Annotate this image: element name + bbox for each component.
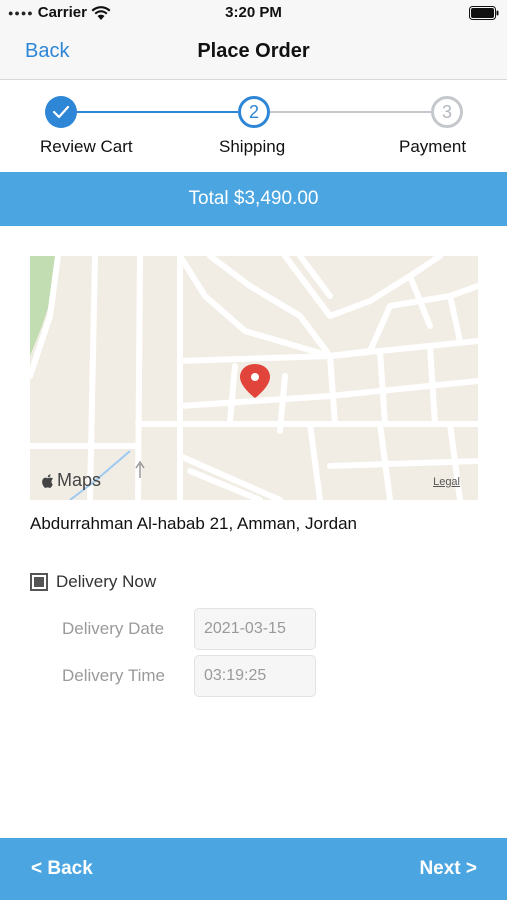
map-canvas — [30, 256, 478, 500]
bottom-navigation-bar: < Back Next > — [0, 838, 507, 900]
next-button[interactable]: Next > — [419, 858, 477, 880]
place-order-screen: ●●●● Carrier 3:20 PM Place Order Back 2 — [0, 0, 507, 900]
step-shipping-number: 2 — [248, 101, 259, 122]
delivery-time-field[interactable]: 03:19:25 — [194, 655, 316, 697]
back-button[interactable]: < Back — [31, 858, 93, 880]
step-label-review-cart: Review Cart — [40, 137, 133, 156]
step-label-shipping: Shipping — [219, 137, 286, 156]
step-payment-indicator: 3 — [431, 96, 463, 128]
delivery-date-field[interactable]: 2021-03-15 — [194, 608, 316, 650]
delivery-now-checkbox[interactable] — [30, 573, 48, 591]
delivery-time-label: Delivery Time — [62, 666, 165, 685]
checkbox-checked-icon — [34, 577, 44, 587]
apple-logo-icon — [42, 473, 53, 488]
nav-back-button[interactable]: Back — [25, 40, 69, 63]
status-time: 3:20 PM — [225, 4, 282, 21]
maps-attribution: Maps — [41, 470, 101, 491]
step-connector-2 — [270, 111, 431, 113]
location-map[interactable]: Maps Legal — [30, 256, 478, 500]
maps-brand-label: Maps — [57, 470, 102, 490]
step-connector-1 — [77, 111, 238, 113]
delivery-address: Abdurrahman Al-habab 21, Amman, Jordan — [30, 514, 357, 533]
page-title: Place Order — [197, 40, 310, 62]
delivery-date-label: Delivery Date — [62, 619, 165, 638]
step-payment-number: 3 — [441, 101, 452, 122]
step-label-payment: Payment — [399, 137, 467, 156]
step-review-cart-checkmark-icon — [45, 96, 77, 128]
step-shipping-indicator: 2 — [238, 96, 270, 128]
order-total-banner: Total $3,490.00 — [0, 172, 507, 226]
order-stepper: 2 3 Review Cart Shipping Payment — [0, 81, 507, 172]
battery-icon — [469, 6, 499, 20]
delivery-now-checkbox-row[interactable]: Delivery Now — [30, 572, 156, 592]
delivery-now-label: Delivery Now — [56, 572, 157, 591]
status-bar: ●●●● Carrier 3:20 PM — [0, 0, 507, 26]
navigation-bar: Place Order Back — [0, 26, 507, 80]
maps-legal-link[interactable]: Legal — [433, 476, 460, 488]
